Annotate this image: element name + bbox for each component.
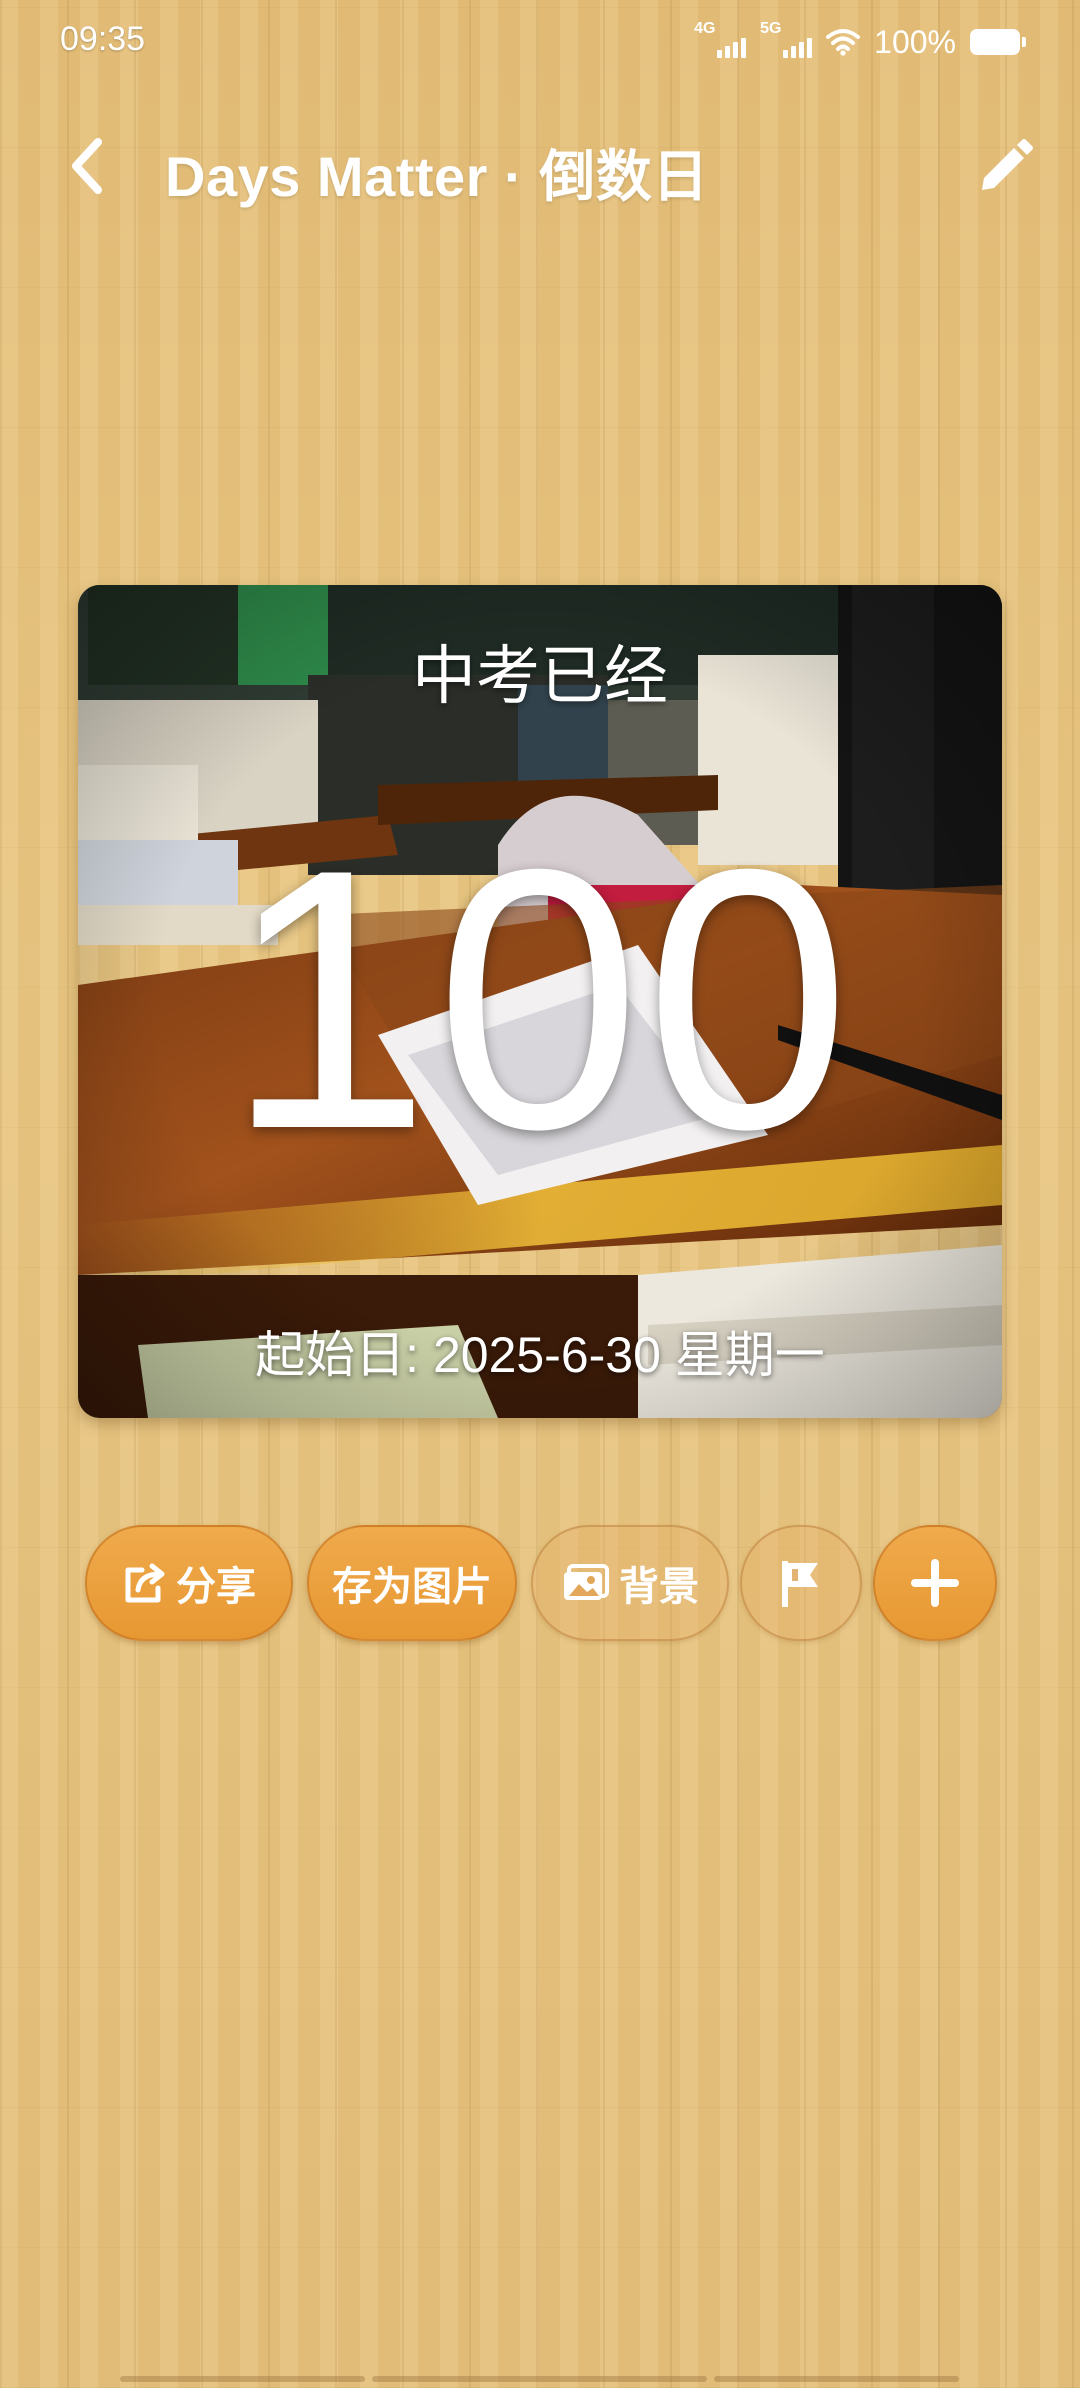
battery-icon bbox=[970, 29, 1026, 55]
background-label: 背景 bbox=[619, 1565, 699, 1609]
status-time: 09:35 bbox=[60, 20, 146, 58]
battery-percentage: 100% bbox=[874, 23, 956, 60]
flag-icon bbox=[782, 1561, 818, 1607]
chevron-left-icon bbox=[72, 138, 102, 194]
countdown-label: 中考已经 bbox=[412, 640, 668, 712]
share-icon bbox=[125, 1563, 165, 1603]
back-button[interactable] bbox=[52, 130, 124, 202]
save-image-label: 存为图片 bbox=[332, 1565, 492, 1609]
image-icon bbox=[564, 1564, 609, 1600]
flag-button[interactable] bbox=[740, 1525, 862, 1641]
status-bar: 09:35 4G 5G 100% bbox=[0, 0, 1080, 80]
add-button[interactable] bbox=[873, 1525, 997, 1641]
page-title: Days Matter · 倒数日 bbox=[165, 145, 709, 208]
share-label: 分享 bbox=[176, 1565, 256, 1609]
pencil-icon bbox=[982, 139, 1033, 190]
background-button[interactable]: 背景 bbox=[531, 1525, 729, 1641]
wifi-icon bbox=[826, 28, 861, 56]
network-type-label: 5G bbox=[760, 20, 782, 37]
edit-button[interactable] bbox=[966, 128, 1044, 206]
share-button[interactable]: 分享 bbox=[85, 1525, 293, 1641]
start-date: 起始日: 2025-6-30 星期一 bbox=[255, 1327, 825, 1383]
save-image-button[interactable]: 存为图片 bbox=[307, 1525, 517, 1641]
app-header: Days Matter · 倒数日 bbox=[0, 110, 1080, 230]
action-bar: 分享 存为图片 背景 bbox=[85, 1525, 1000, 1643]
days-count: 100 bbox=[225, 793, 855, 1206]
network-type-label: 4G bbox=[694, 20, 716, 37]
status-indicators: 4G 5G 100% bbox=[694, 20, 1026, 64]
cellular-signal-icon: 5G bbox=[760, 20, 813, 60]
countdown-card[interactable]: 中考已经 100 起始日: 2025-6-30 星期一 bbox=[78, 585, 1002, 1418]
plus-icon bbox=[911, 1559, 959, 1607]
home-indicator bbox=[0, 2376, 1080, 2384]
cellular-signal-icon: 4G bbox=[694, 20, 747, 60]
